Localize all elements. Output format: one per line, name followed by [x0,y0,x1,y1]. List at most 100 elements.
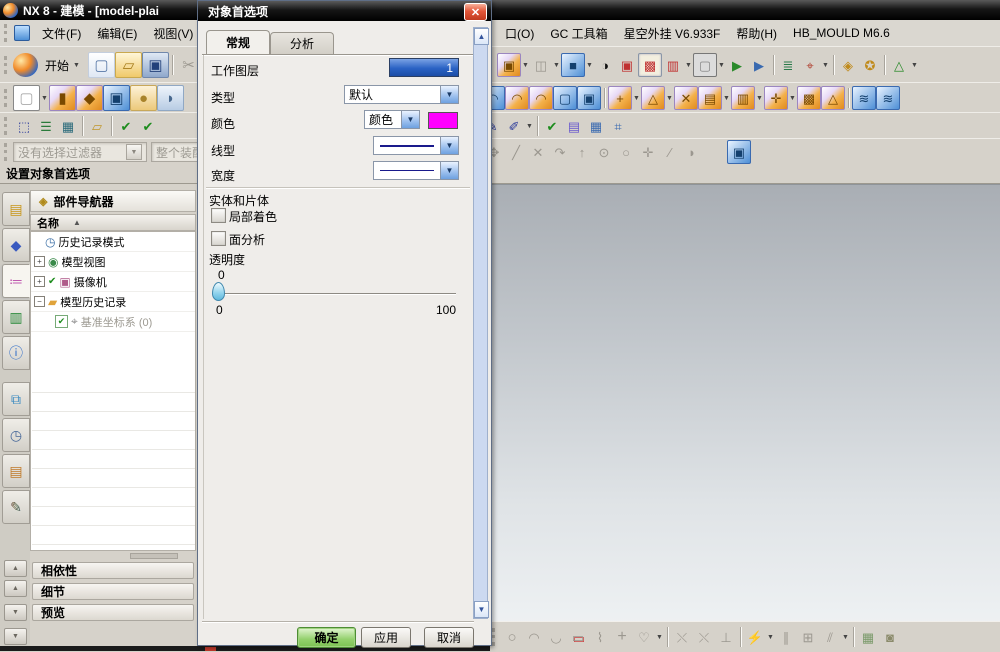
width-combo[interactable]: ▼ [373,161,459,180]
shading-checkbox[interactable] [211,208,226,223]
sketch-reattach-button[interactable]: ▦ [857,626,879,648]
layer-list-button[interactable]: ▦ [57,115,79,137]
toolbar-grip[interactable] [4,117,9,135]
check-list-button[interactable]: ▤ [563,115,585,137]
expand-plus-icon[interactable]: + [34,276,45,287]
surface-swoop-button[interactable]: ◠ [505,86,529,110]
tree-item-cameras[interactable]: + ✔ ▣ 摄像机 [31,272,195,292]
selection-filter-combo[interactable]: 没有选择过滤器 ▼ [13,142,147,162]
frame-select-button[interactable]: ⬚ [13,115,35,137]
sketch-fillet-button[interactable]: ◡ [545,626,567,648]
snap-midpoint-icon[interactable]: ✕ [527,141,549,163]
rendering-style-button[interactable]: ◑ [594,54,616,76]
scroll-down-button[interactable]: ▼ [474,601,489,618]
layer-settings-button[interactable]: ≣ [777,54,799,76]
sketch-dimension-button[interactable]: ⊞ [797,626,819,648]
tab-constraint-navigator[interactable]: ◆ [2,228,30,262]
tab-history[interactable]: ◷ [2,418,30,452]
menu-gc-toolbox[interactable]: GC 工具箱 [542,22,615,45]
resize-face-button[interactable]: ✛ [764,86,788,110]
revolve-button[interactable]: ◆ [76,85,103,111]
tab-web-browser[interactable]: ⓘ [2,336,30,370]
shaded-edges-button[interactable]: ▩ [638,53,662,77]
sketch-quick-trim-button[interactable]: ⚡ [744,626,766,648]
snap-pole-icon[interactable]: ↑ [571,141,593,163]
tree-item-model-views[interactable]: + ◉ 模型视图 [31,252,195,272]
surface-flange-button[interactable]: ◠ [529,86,553,110]
pull-face-button[interactable]: △ [641,86,665,110]
menu-file[interactable]: 文件(F) [34,22,89,45]
layer-stack-button[interactable]: ☰ [35,115,57,137]
open-file-button[interactable]: ▱ [115,52,142,78]
chevron-down-icon[interactable]: ▼ [401,111,419,128]
shell-button[interactable]: ◗ [157,85,184,111]
scroll-up-button[interactable]: ▲ [474,28,489,45]
delete-face-button[interactable]: ✕ [674,86,698,110]
snap-face-icon[interactable]: ◗ [681,141,703,163]
ok-button[interactable]: 确定 [297,627,356,648]
sketch-inferred-button[interactable]: ⫽ [819,626,841,648]
color-combo[interactable]: 颜色 ▼ [364,110,420,129]
toolbar-grip[interactable] [4,24,10,42]
sketch-trim-button[interactable]: ⤬ [671,626,693,648]
menu-help[interactable]: 帮助(H) [728,22,785,45]
tab-assembly-navigator[interactable]: ▤ [2,192,30,226]
transparency-slider-thumb[interactable] [212,282,225,301]
snap-arc-icon[interactable]: ↷ [549,141,571,163]
cancel-button[interactable]: 取消 [424,627,474,648]
menu-window[interactable]: 口(O) [497,22,542,45]
tab-analysis[interactable]: 分析 [270,32,334,54]
snap-quadrant-icon[interactable]: ○ [615,141,637,163]
dialog-titlebar[interactable]: 对象首选项 [198,1,491,21]
tab-roles[interactable]: ✎ [2,490,30,524]
wireframe-in-shaded-button[interactable]: ▣ [616,54,638,76]
facet-body-button[interactable]: ▥ [662,54,684,76]
extrude-button[interactable]: ▮ [49,85,76,111]
menu-hb-mould[interactable]: HB_MOULD M6.6 [785,23,898,43]
note-tag-button[interactable]: ▱ [86,115,108,137]
snapshot-button[interactable]: ▣ [497,53,521,77]
resource-scroll-up-button[interactable]: ▲ [4,580,27,597]
sketch-movie-button[interactable]: ◙ [879,626,901,648]
sketch-button[interactable]: ▢ [13,85,40,111]
save-button[interactable]: ▣ [142,52,169,78]
sketch-trim2-button[interactable]: ⤬ [693,626,715,648]
sketch-arc-button[interactable]: ◠ [523,626,545,648]
sketch-constraint-button[interactable]: ∥ [775,626,797,648]
sketch-polyline-button[interactable]: ⌇ [589,626,611,648]
sketch-point-button[interactable]: + [611,626,633,648]
bounding-box-button[interactable]: ▣ [727,140,751,164]
sketch-circle-button[interactable]: ○ [501,626,523,648]
panel-dependencies[interactable]: 相依性 [32,562,194,579]
face-analysis-checkbox[interactable] [211,231,226,246]
dialog-close-button[interactable]: ✕ [464,3,487,21]
sketch-rectangle-button[interactable]: ▭ [567,626,589,648]
move-face-button[interactable]: + [608,86,632,110]
examine-geometry-button[interactable]: ✔ [541,115,563,137]
window-cascade-button[interactable]: ▶ [748,54,770,76]
thicken-button[interactable]: ▣ [577,86,601,110]
bounded-plane-button[interactable]: ▢ [553,86,577,110]
boss-button[interactable]: ● [130,85,157,111]
exploded-view-button[interactable]: ⌗ [607,115,629,137]
work-layer-input[interactable]: 1 [389,58,459,77]
background-button[interactable]: ▢ [693,53,717,77]
verify-1-button[interactable]: ✔ [115,115,137,137]
snap-center-icon[interactable]: ⊙ [593,141,615,163]
snap-endpoint-icon[interactable]: ╱ [505,141,527,163]
menu-starplugin[interactable]: 星空外挂 V6.933F [616,22,729,45]
tree-item-datum-csys[interactable]: ✔ ⌖ 基准坐标系 (0) [31,312,195,332]
toolbar-grip[interactable] [492,628,497,646]
chevron-down-icon[interactable]: ▼ [440,162,458,179]
expand-plus-icon[interactable]: + [34,256,45,267]
dialog-scrollbar[interactable]: ▲ ▼ [473,27,488,619]
toolbar-grip[interactable] [4,56,9,74]
resource-scroll-down-button[interactable]: ▼ [4,604,27,621]
tab-reuse-library[interactable]: ▥ [2,300,30,334]
symmetry-face-button[interactable]: △ [821,86,845,110]
chevron-down-icon[interactable]: ▼ [440,137,458,154]
through-curve-mesh-button[interactable]: ≋ [852,86,876,110]
sketch-profile-button[interactable]: ♡ [633,626,655,648]
panel-preview[interactable]: 预览 [32,604,194,621]
tab-general[interactable]: 常规 [206,30,270,54]
